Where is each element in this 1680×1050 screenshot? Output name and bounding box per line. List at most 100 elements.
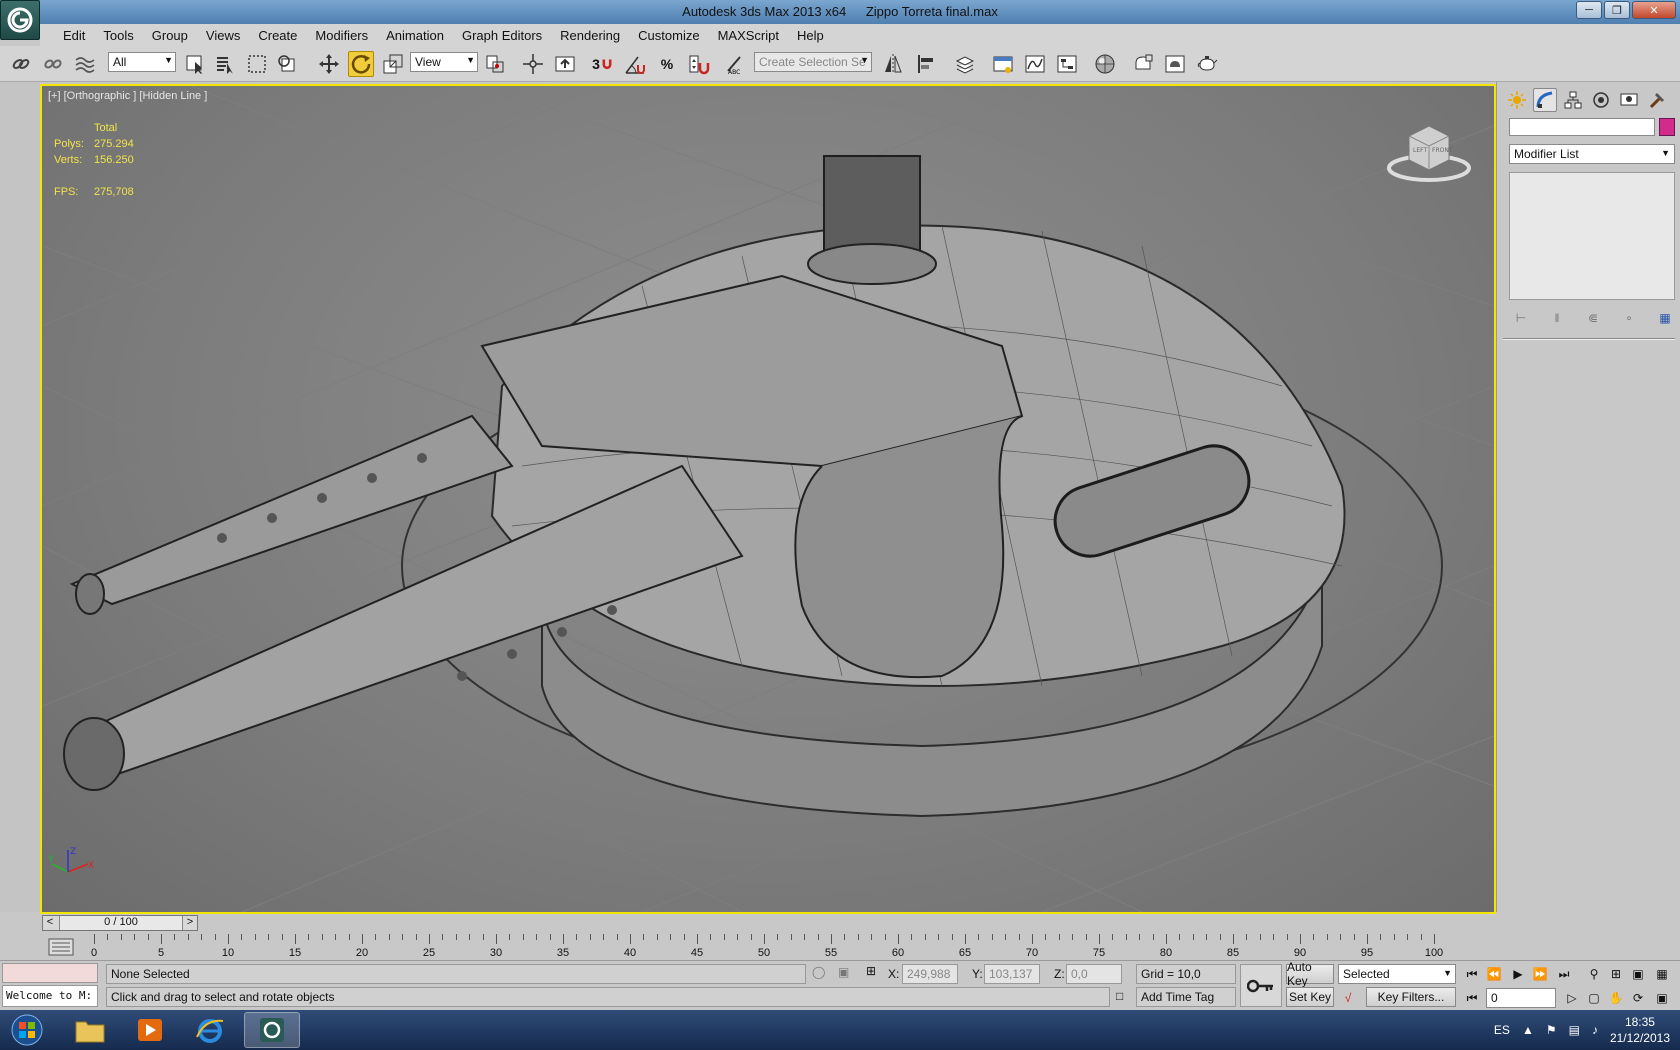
snaps-toggle-button[interactable]: 3 [590,51,616,77]
zoom-extents-all-button[interactable]: ▦ [1652,964,1672,984]
configure-modifier-sets-button[interactable]: ▦ [1655,308,1675,328]
taskbar-3dsmax[interactable] [244,1012,300,1048]
set-key-button[interactable]: Set Key [1286,987,1334,1007]
network-icon[interactable]: ▤ [1569,1023,1580,1037]
unlink-selection-button[interactable] [40,51,66,77]
menu-views[interactable]: Views [197,28,249,43]
key-mode-dropdown[interactable]: Selected ▼ [1338,964,1456,984]
maxscript-mini-listener-output[interactable] [2,963,98,983]
menu-maxscript[interactable]: MAXScript [709,28,788,43]
start-button[interactable] [6,1011,48,1049]
clock[interactable]: 18:35 21/12/2013 [1610,1014,1670,1046]
x-coordinate-field[interactable]: 249,988 [902,964,958,984]
taskbar-internet-explorer[interactable] [182,1012,238,1048]
tab-utilities[interactable] [1645,88,1669,112]
render-setup-button[interactable] [1130,51,1156,77]
next-key-button[interactable]: ⏩ [1530,964,1550,984]
pin-stack-button[interactable]: ⊢ [1511,308,1531,328]
taskbar-explorer[interactable] [62,1012,118,1048]
zoom-extents-button[interactable]: ▣ [1628,964,1648,984]
close-button[interactable]: ✕ [1632,1,1676,19]
region-zoom-button[interactable]: ▢ [1584,988,1604,1008]
add-time-tag-button[interactable]: Add Time Tag [1136,987,1236,1007]
auto-key-button[interactable]: Auto Key [1286,960,1334,988]
tab-modify[interactable] [1533,88,1557,112]
minimize-button[interactable]: ─ [1576,1,1602,19]
show-hidden-icons[interactable]: ▲ [1522,1023,1534,1037]
z-coordinate-field[interactable]: 0,0 [1066,964,1122,984]
spinner-snap-button[interactable] [686,51,712,77]
menu-rendering[interactable]: Rendering [551,28,629,43]
named-selection-sets-dropdown[interactable]: Create Selection Se ▼ [754,52,872,72]
menu-group[interactable]: Group [143,28,197,43]
current-frame-field[interactable]: 0 [1486,988,1556,1008]
pan-view-button[interactable]: ✋ [1606,988,1626,1008]
perspective-viewport[interactable]: [+] [Orthographic ] [Hidden Line ] Total… [40,84,1496,914]
render-production-button[interactable] [1194,51,1220,77]
time-slider[interactable]: < 0 / 100 > [40,914,1496,932]
time-tag-icon[interactable]: □ [1116,989,1123,1003]
default-tangents-button[interactable]: √ [1338,988,1358,1008]
zoom-all-button[interactable]: ⊞ [1606,964,1626,984]
angle-snap-button[interactable] [622,51,648,77]
lock-icon[interactable]: ▣ [838,965,849,979]
viewcube-left-face[interactable]: LEFT [1413,147,1427,154]
select-and-rotate-button[interactable] [348,51,374,77]
reference-coordinate-dropdown[interactable]: View ▼ [410,52,478,72]
bind-to-space-warp-button[interactable] [72,51,98,77]
zoom-button[interactable]: ⚲ [1584,964,1604,984]
rectangular-selection-button[interactable] [244,51,270,77]
viewcube-front-face[interactable]: FRONT [1432,147,1453,154]
set-keys-button[interactable] [1240,964,1282,1007]
volume-icon[interactable]: ♪ [1592,1023,1598,1037]
select-and-move-button[interactable] [316,51,342,77]
menu-tools[interactable]: Tools [94,28,142,43]
mirror-button[interactable] [880,51,906,77]
tab-display[interactable] [1617,88,1641,112]
next-frame-button[interactable]: > [183,916,197,930]
modifier-list-dropdown[interactable]: Modifier List ▼ [1509,144,1675,164]
layer-manager-button[interactable] [952,51,978,77]
curve-editor-button[interactable] [1022,51,1048,77]
previous-key-button[interactable]: ⏪ [1484,964,1504,984]
track-bar-ruler[interactable]: 0 5 10 15 20 25 30 35 40 45 50 55 60 65 70 75 80 85 90 95 10… [91,934,1444,960]
viewport-label[interactable]: [+] [Orthographic ] [Hidden Line ] [48,90,207,102]
orbit-button[interactable]: ⟳ [1628,988,1648,1008]
viewcube[interactable]: LEFT FRONT [1384,116,1474,186]
schematic-view-button[interactable] [1054,51,1080,77]
maxscript-mini-listener-input[interactable]: Welcome to M: [2,985,98,1007]
key-filters-button[interactable]: Key Filters... [1366,987,1456,1007]
menu-animation[interactable]: Animation [377,28,453,43]
menu-graph-editors[interactable]: Graph Editors [453,28,551,43]
application-button[interactable] [0,0,40,40]
taskbar-media-player[interactable] [122,1012,178,1048]
maximize-viewport-button[interactable]: ▣ [1652,988,1672,1008]
select-object-button[interactable] [182,51,208,77]
keyboard-shortcut-override-button[interactable] [552,51,578,77]
menu-edit[interactable]: Edit [54,28,94,43]
material-editor-button[interactable] [1092,51,1118,77]
language-indicator[interactable]: ES [1494,1023,1510,1037]
time-slider-thumb[interactable]: 0 / 100 [59,916,183,930]
flag-icon[interactable]: ⚑ [1546,1023,1557,1037]
align-button[interactable] [914,51,940,77]
mini-curve-editor-icon[interactable] [48,938,74,956]
select-by-name-button[interactable] [212,51,238,77]
menu-create[interactable]: Create [249,28,306,43]
y-coordinate-field[interactable]: 103,137 [984,964,1040,984]
window-crossing-button[interactable] [274,51,300,77]
maximize-button[interactable]: ❐ [1604,1,1630,19]
remove-modifier-button[interactable]: ∘ [1619,308,1639,328]
time-slider-track[interactable]: < 0 / 100 > [42,915,198,931]
graphite-modeling-tools-button[interactable] [990,51,1016,77]
selection-filter-dropdown[interactable]: All ▼ [108,52,176,72]
menu-customize[interactable]: Customize [629,28,708,43]
select-and-manipulate-button[interactable] [520,51,546,77]
go-to-start-button[interactable]: ⏮ [1462,964,1482,984]
pivot-center-button[interactable] [482,51,508,77]
previous-frame-button[interactable]: < [43,916,57,930]
edit-named-selection-sets-button[interactable]: ABC [722,51,748,77]
menu-modifiers[interactable]: Modifiers [306,28,377,43]
tab-motion[interactable] [1589,88,1613,112]
menu-help[interactable]: Help [788,28,833,43]
